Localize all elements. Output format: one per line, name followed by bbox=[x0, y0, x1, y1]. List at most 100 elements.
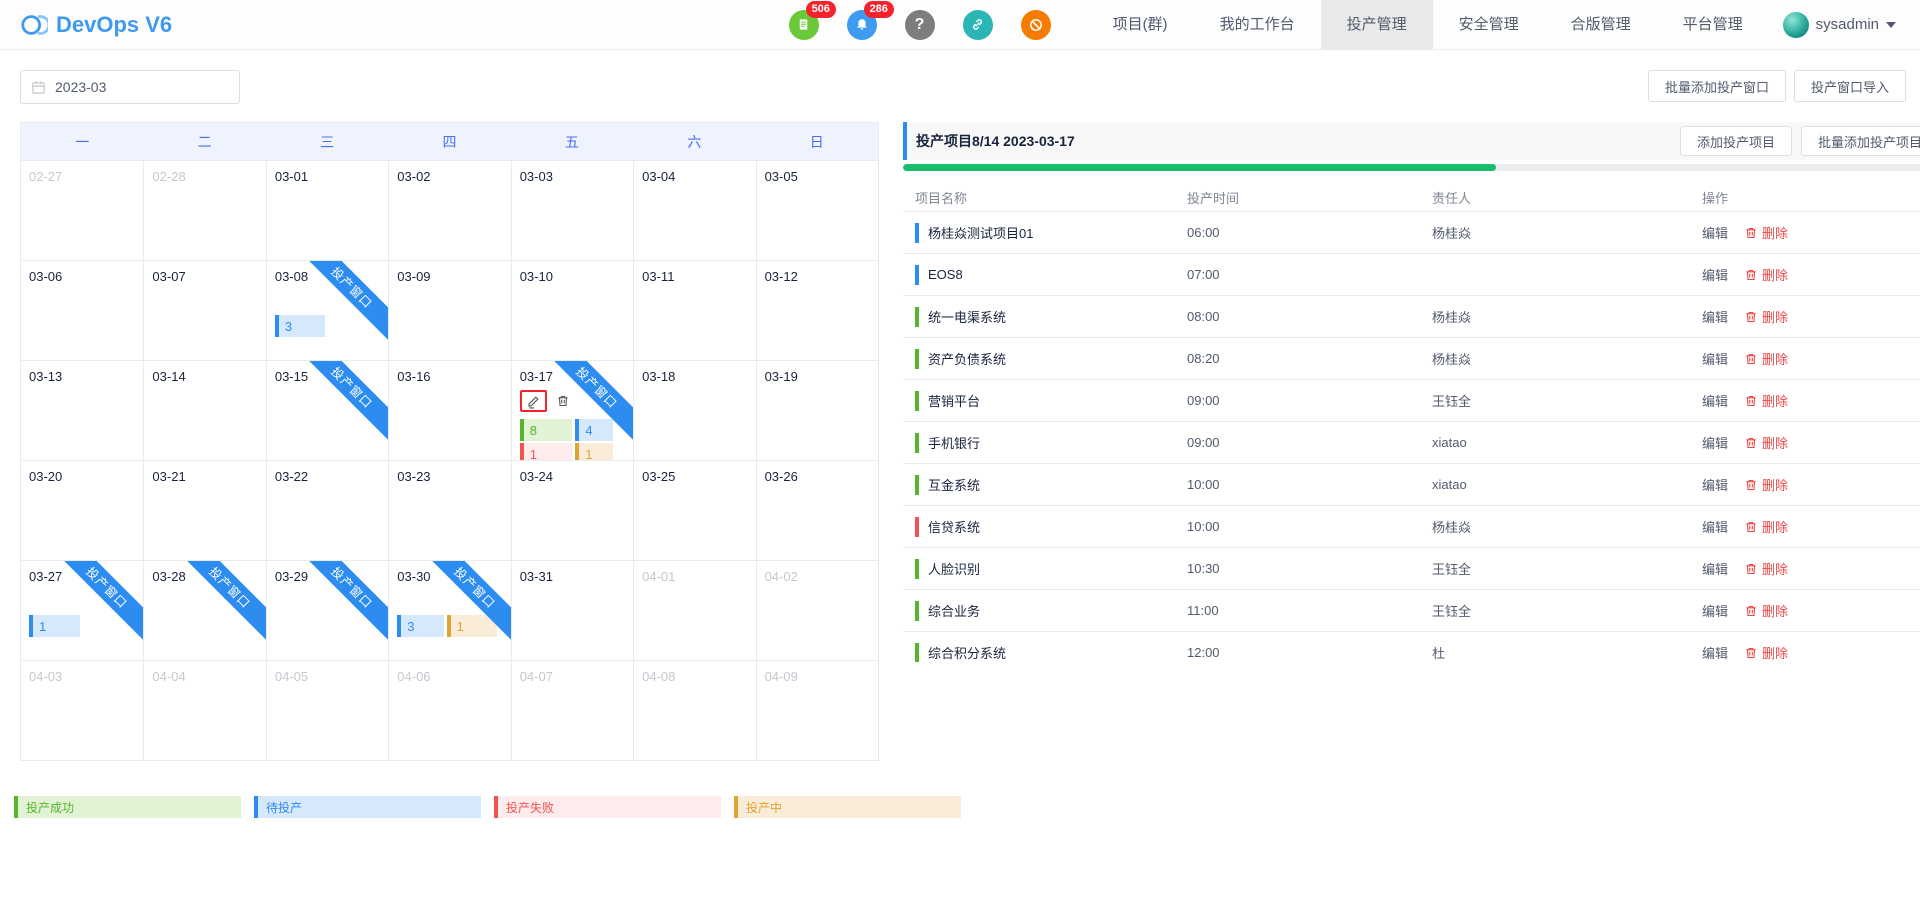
edit-link[interactable]: 编辑 bbox=[1702, 307, 1728, 326]
delete-link[interactable]: 删除 bbox=[1744, 265, 1788, 284]
calendar-cell[interactable]: 03-09 bbox=[388, 260, 511, 360]
calendar-cell[interactable]: 03-21 bbox=[143, 460, 266, 560]
delete-label: 删除 bbox=[1762, 646, 1789, 661]
bell-icon[interactable]: 286 bbox=[846, 0, 894, 40]
delete-link[interactable]: 删除 bbox=[1744, 349, 1788, 368]
month-picker-input[interactable]: 2023-03 bbox=[20, 70, 240, 104]
delete-link[interactable]: 删除 bbox=[1744, 307, 1788, 326]
cell-date-label: 03-18 bbox=[642, 369, 676, 384]
edit-link[interactable]: 编辑 bbox=[1702, 517, 1728, 536]
calendar-cell[interactable]: 03-22 bbox=[265, 460, 389, 560]
calendar-cell[interactable]: 04-07 bbox=[510, 660, 634, 760]
calendar-cell[interactable]: 03-31 bbox=[510, 560, 634, 660]
calendar-cell[interactable]: 04-06 bbox=[388, 660, 511, 760]
nav-item-4[interactable]: 安全管理 bbox=[1433, 0, 1545, 50]
delete-link[interactable]: 删除 bbox=[1744, 517, 1788, 536]
nav-item-3[interactable]: 投产管理 bbox=[1320, 0, 1433, 50]
calendar-cell[interactable]: 03-27 投产窗口 1 bbox=[21, 560, 144, 660]
calendar-cell[interactable]: 03-03 bbox=[510, 160, 634, 260]
calendar-cell[interactable]: 03-20 bbox=[21, 460, 144, 560]
ban-icon[interactable] bbox=[1020, 9, 1051, 40]
calendar-cell[interactable]: 04-01 bbox=[633, 560, 756, 660]
question-glyph: ? bbox=[914, 15, 925, 33]
edit-link[interactable]: 编辑 bbox=[1702, 475, 1728, 494]
edit-icon-highlight[interactable] bbox=[519, 390, 547, 412]
edit-link[interactable]: 编辑 bbox=[1702, 265, 1728, 284]
calendar-cell[interactable]: 03-01 bbox=[265, 160, 389, 260]
delete-link[interactable]: 删除 bbox=[1744, 601, 1788, 620]
calendar-cell[interactable]: 03-19 bbox=[755, 360, 878, 460]
window-import-button[interactable]: 投产窗口导入 bbox=[1793, 70, 1906, 102]
batch-add-window-button[interactable]: 批量添加投产窗口 bbox=[1647, 70, 1786, 102]
calendar-cell[interactable]: 03-02 bbox=[388, 160, 511, 260]
calendar-cell[interactable]: 03-15 投产窗口 bbox=[265, 360, 389, 460]
calendar-cell[interactable]: 04-09 bbox=[755, 660, 878, 760]
calendar-cell[interactable]: 03-14 bbox=[143, 360, 266, 460]
delete-icon[interactable] bbox=[556, 394, 570, 408]
edit-link[interactable]: 编辑 bbox=[1702, 223, 1728, 242]
calendar-cell[interactable]: 03-24 bbox=[510, 460, 634, 560]
edit-link[interactable]: 编辑 bbox=[1702, 391, 1728, 410]
calendar-cell[interactable]: 02-27 bbox=[21, 160, 144, 260]
cell-date-label: 04-08 bbox=[642, 669, 676, 684]
edit-link[interactable]: 编辑 bbox=[1702, 433, 1728, 452]
edit-link[interactable]: 编辑 bbox=[1702, 601, 1728, 620]
calendar-cell[interactable]: 03-11 bbox=[633, 260, 756, 360]
delete-link[interactable]: 删除 bbox=[1744, 433, 1788, 452]
nav-item-5[interactable]: 合版管理 bbox=[1545, 0, 1657, 50]
cell-date-label: 03-02 bbox=[397, 169, 431, 184]
user-menu[interactable]: sysadmin bbox=[1769, 11, 1920, 38]
production-projects-panel: 投产项目8/14 2023-03-17 添加投产项目 批量添加投产项目 项目名称… bbox=[903, 122, 1920, 662]
edit-link[interactable]: 编辑 bbox=[1702, 559, 1728, 578]
calendar-cell[interactable]: 03-06 bbox=[21, 260, 144, 360]
calendar-cell[interactable]: 03-26 bbox=[755, 460, 878, 560]
calendar-cell[interactable]: 03-17 投产窗口 8 4 1 1 bbox=[510, 360, 634, 460]
add-project-button[interactable]: 添加投产项目 bbox=[1679, 126, 1792, 156]
document-icon[interactable]: 506 bbox=[788, 0, 836, 40]
actions-cell: 编辑 删除 bbox=[1690, 475, 1920, 494]
weekday-label: 四 bbox=[442, 133, 457, 150]
calendar-cell[interactable]: 03-13 bbox=[21, 360, 144, 460]
weekday-label: 五 bbox=[564, 133, 579, 150]
calendar-cell[interactable]: 03-10 bbox=[510, 260, 634, 360]
calendar-cell[interactable]: 03-07 bbox=[143, 260, 266, 360]
calendar-cell[interactable]: 03-25 bbox=[633, 460, 756, 560]
cell-date-label: 03-24 bbox=[519, 469, 553, 484]
table-row: 综合积分系统 12:00 杜 编辑 删除 bbox=[903, 632, 1920, 662]
calendar-cell[interactable]: 03-23 bbox=[388, 460, 511, 560]
calendar-cell[interactable]: 03-29 投产窗口 bbox=[265, 560, 389, 660]
cell-date-label: 03-17 bbox=[519, 369, 553, 384]
status-bars: 31 bbox=[397, 615, 502, 637]
calendar-cell[interactable]: 03-05 bbox=[755, 160, 878, 260]
delete-link[interactable]: 删除 bbox=[1744, 391, 1788, 410]
calendar-cell[interactable]: 03-04 bbox=[633, 160, 756, 260]
calendar-cell[interactable]: 04-04 bbox=[143, 660, 266, 760]
calendar-cell[interactable]: 04-08 bbox=[633, 660, 756, 760]
edit-link[interactable]: 编辑 bbox=[1702, 643, 1728, 662]
calendar-cell[interactable]: 03-08 投产窗口 3 bbox=[265, 260, 389, 360]
batch-add-project-button[interactable]: 批量添加投产项目 bbox=[1800, 126, 1920, 156]
delete-link[interactable]: 删除 bbox=[1744, 223, 1788, 242]
calendar-cell[interactable]: 04-03 bbox=[21, 660, 144, 760]
owner-cell: 杨桂焱 bbox=[1432, 352, 1472, 367]
project-name-cell: 手机银行 bbox=[903, 432, 1175, 453]
calendar-cell[interactable]: 03-12 bbox=[755, 260, 878, 360]
nav-item-1[interactable]: 项目(群) bbox=[1087, 0, 1194, 50]
weekday-label: 日 bbox=[809, 133, 824, 150]
calendar-cell[interactable]: 02-28 bbox=[143, 160, 266, 260]
calendar-cell[interactable]: 03-18 bbox=[633, 360, 756, 460]
calendar-cell[interactable]: 03-28 投产窗口 bbox=[143, 560, 266, 660]
calendar-cell[interactable]: 03-30 投产窗口 3 1 bbox=[388, 560, 511, 660]
nav-item-6[interactable]: 平台管理 bbox=[1657, 0, 1769, 50]
delete-link[interactable]: 删除 bbox=[1744, 559, 1788, 578]
edit-link[interactable]: 编辑 bbox=[1702, 349, 1728, 368]
calendar-cell[interactable]: 04-05 bbox=[265, 660, 389, 760]
help-icon[interactable]: ? bbox=[904, 9, 935, 40]
delete-link[interactable]: 删除 bbox=[1744, 643, 1788, 662]
link-icon[interactable] bbox=[962, 9, 993, 40]
delete-link[interactable]: 删除 bbox=[1744, 475, 1788, 494]
calendar-cell[interactable]: 03-16 bbox=[388, 360, 511, 460]
nav-item-2[interactable]: 我的工作台 bbox=[1194, 0, 1321, 50]
table-row: 杨桂焱测试项目01 06:00 杨桂焱 编辑 删除 bbox=[903, 212, 1920, 254]
calendar-cell[interactable]: 04-02 bbox=[755, 560, 878, 660]
